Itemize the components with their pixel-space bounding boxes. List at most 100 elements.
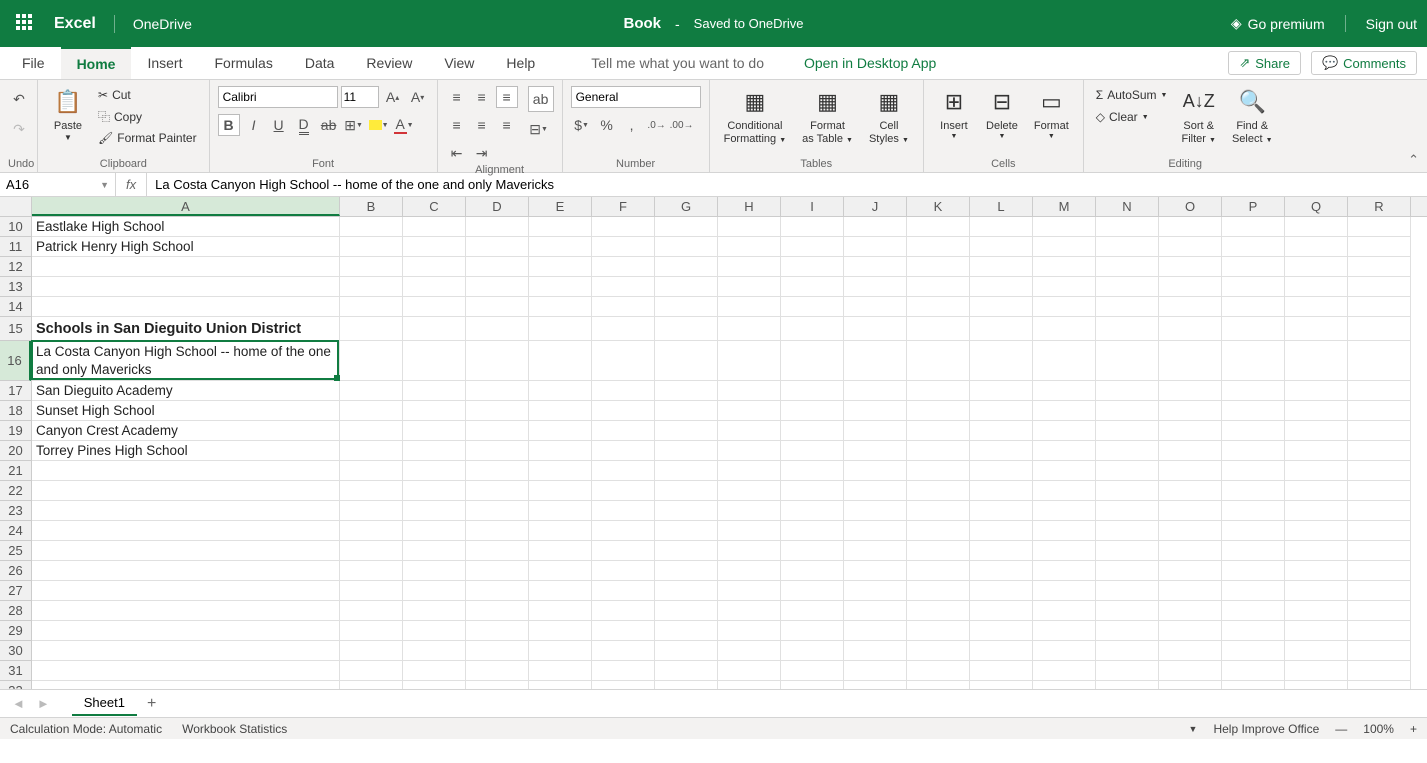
- cell-R32[interactable]: [1348, 681, 1411, 689]
- cell-Q14[interactable]: [1285, 297, 1348, 317]
- row-header-14[interactable]: 14: [0, 297, 31, 317]
- row-header-30[interactable]: 30: [0, 641, 31, 661]
- cell-O16[interactable]: [1159, 341, 1222, 381]
- cell-H13[interactable]: [718, 277, 781, 297]
- cell-E10[interactable]: [529, 217, 592, 237]
- cell-N29[interactable]: [1096, 621, 1159, 641]
- cell-Q20[interactable]: [1285, 441, 1348, 461]
- cell-H18[interactable]: [718, 401, 781, 421]
- cell-G30[interactable]: [655, 641, 718, 661]
- cell-R27[interactable]: [1348, 581, 1411, 601]
- feedback-dropdown[interactable]: ▼: [1189, 724, 1198, 734]
- cell-K31[interactable]: [907, 661, 970, 681]
- cell-O12[interactable]: [1159, 257, 1222, 277]
- cell-D30[interactable]: [466, 641, 529, 661]
- cell-G28[interactable]: [655, 601, 718, 621]
- cell-P24[interactable]: [1222, 521, 1285, 541]
- tab-data[interactable]: Data: [289, 47, 351, 79]
- cell-P23[interactable]: [1222, 501, 1285, 521]
- cell-M30[interactable]: [1033, 641, 1096, 661]
- cell-O32[interactable]: [1159, 681, 1222, 689]
- cell-F23[interactable]: [592, 501, 655, 521]
- cell-O26[interactable]: [1159, 561, 1222, 581]
- find-select-button[interactable]: 🔍Find &Select ▼: [1226, 84, 1279, 148]
- cell-K20[interactable]: [907, 441, 970, 461]
- cell-I30[interactable]: [781, 641, 844, 661]
- cell-K26[interactable]: [907, 561, 970, 581]
- cell-R12[interactable]: [1348, 257, 1411, 277]
- cell-D17[interactable]: [466, 381, 529, 401]
- cell-N13[interactable]: [1096, 277, 1159, 297]
- cell-K21[interactable]: [907, 461, 970, 481]
- cell-J22[interactable]: [844, 481, 907, 501]
- cell-E26[interactable]: [529, 561, 592, 581]
- cell-I12[interactable]: [781, 257, 844, 277]
- cell-L15[interactable]: [970, 317, 1033, 341]
- cell-D29[interactable]: [466, 621, 529, 641]
- cell-L16[interactable]: [970, 341, 1033, 381]
- cell-F11[interactable]: [592, 237, 655, 257]
- cell-H25[interactable]: [718, 541, 781, 561]
- cell-C19[interactable]: [403, 421, 466, 441]
- cell-J20[interactable]: [844, 441, 907, 461]
- cell-J32[interactable]: [844, 681, 907, 689]
- cell-R18[interactable]: [1348, 401, 1411, 421]
- cell-N28[interactable]: [1096, 601, 1159, 621]
- cell-I16[interactable]: [781, 341, 844, 381]
- cell-K13[interactable]: [907, 277, 970, 297]
- row-header-17[interactable]: 17: [0, 381, 31, 401]
- cell-A21[interactable]: [32, 461, 340, 481]
- cell-J21[interactable]: [844, 461, 907, 481]
- cell-J30[interactable]: [844, 641, 907, 661]
- row-header-16[interactable]: 16: [0, 341, 31, 381]
- italic-button[interactable]: I: [243, 114, 265, 136]
- cell-H10[interactable]: [718, 217, 781, 237]
- cell-N26[interactable]: [1096, 561, 1159, 581]
- font-color-button[interactable]: A▼: [393, 114, 415, 136]
- spreadsheet-grid[interactable]: ABCDEFGHIJKLMNOPQR 101112131415161718192…: [0, 197, 1427, 689]
- cell-A11[interactable]: Patrick Henry High School: [32, 237, 340, 257]
- fx-icon[interactable]: fx: [116, 173, 147, 196]
- cell-R22[interactable]: [1348, 481, 1411, 501]
- cell-P29[interactable]: [1222, 621, 1285, 641]
- cell-O23[interactable]: [1159, 501, 1222, 521]
- cell-C27[interactable]: [403, 581, 466, 601]
- cell-B31[interactable]: [340, 661, 403, 681]
- cell-C30[interactable]: [403, 641, 466, 661]
- cell-D20[interactable]: [466, 441, 529, 461]
- align-right-button[interactable]: ≡: [496, 114, 518, 136]
- cell-J11[interactable]: [844, 237, 907, 257]
- cell-A30[interactable]: [32, 641, 340, 661]
- cell-D15[interactable]: [466, 317, 529, 341]
- cell-F26[interactable]: [592, 561, 655, 581]
- cell-M25[interactable]: [1033, 541, 1096, 561]
- cell-D23[interactable]: [466, 501, 529, 521]
- cell-B27[interactable]: [340, 581, 403, 601]
- cell-O15[interactable]: [1159, 317, 1222, 341]
- row-header-24[interactable]: 24: [0, 521, 31, 541]
- row-header-21[interactable]: 21: [0, 461, 31, 481]
- double-underline-button[interactable]: D: [293, 114, 315, 136]
- column-header-C[interactable]: C: [403, 197, 466, 216]
- cell-C28[interactable]: [403, 601, 466, 621]
- cell-F17[interactable]: [592, 381, 655, 401]
- cell-G12[interactable]: [655, 257, 718, 277]
- cell-O24[interactable]: [1159, 521, 1222, 541]
- cell-O21[interactable]: [1159, 461, 1222, 481]
- cell-C17[interactable]: [403, 381, 466, 401]
- cell-P18[interactable]: [1222, 401, 1285, 421]
- cell-G21[interactable]: [655, 461, 718, 481]
- cell-L17[interactable]: [970, 381, 1033, 401]
- cell-D24[interactable]: [466, 521, 529, 541]
- cell-L30[interactable]: [970, 641, 1033, 661]
- cell-L22[interactable]: [970, 481, 1033, 501]
- cell-P32[interactable]: [1222, 681, 1285, 689]
- strikethrough-button[interactable]: ab: [318, 114, 340, 136]
- cell-E32[interactable]: [529, 681, 592, 689]
- cell-J13[interactable]: [844, 277, 907, 297]
- column-header-A[interactable]: A: [32, 197, 340, 216]
- cell-D25[interactable]: [466, 541, 529, 561]
- cell-O28[interactable]: [1159, 601, 1222, 621]
- cell-Q26[interactable]: [1285, 561, 1348, 581]
- cell-R17[interactable]: [1348, 381, 1411, 401]
